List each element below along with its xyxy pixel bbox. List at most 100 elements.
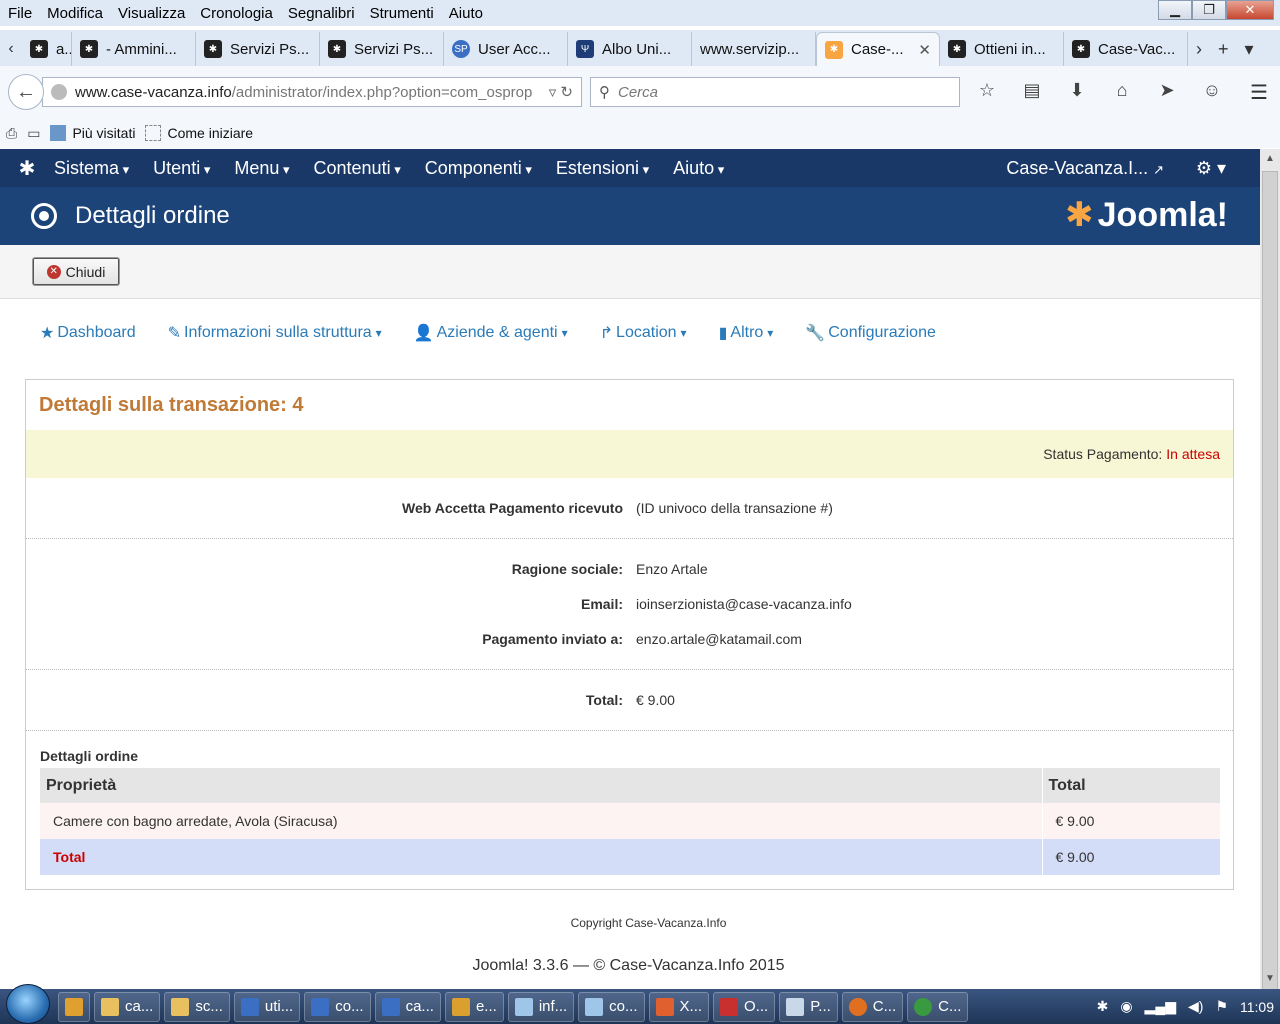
- table-header: Proprietà Total: [40, 768, 1220, 803]
- bookmark-getting-started[interactable]: Come iniziare: [145, 125, 253, 141]
- browser-tab[interactable]: SP User Acc...: [444, 32, 568, 66]
- nav-informazioni-struttura[interactable]: ✎ Informazioni sulla struttura: [168, 323, 382, 343]
- taskbar-item[interactable]: co...: [304, 991, 371, 1022]
- tab-scroll-left-icon[interactable]: ‹: [0, 32, 22, 66]
- tab-scroll-right-icon[interactable]: ›: [1196, 39, 1202, 60]
- nav-contenuti[interactable]: Contenuti: [314, 158, 401, 179]
- nav-location[interactable]: ↱ Location: [600, 323, 687, 343]
- menu-aiuto[interactable]: Aiuto: [449, 5, 483, 22]
- version-text: Joomla! 3.3.6 — © Case-Vacanza.Info 2015: [472, 957, 785, 974]
- site-link[interactable]: Case-Vacanza.I... ↗: [1006, 158, 1164, 179]
- url-path: /administrator/index.php?option=com_ospr…: [231, 83, 533, 101]
- browser-tab[interactable]: ✱ Servizi Ps...: [196, 32, 320, 66]
- transaction-panel: Dettagli sulla transazione: 4 Status Pag…: [25, 379, 1234, 890]
- joomla-icon: ✱: [80, 40, 98, 58]
- home-icon[interactable]: ⌂: [1107, 80, 1137, 101]
- taskbar-item[interactable]: O...: [713, 991, 776, 1022]
- nav-altro[interactable]: ▮ Altro: [719, 323, 774, 343]
- taskbar-item[interactable]: P...: [779, 991, 838, 1022]
- taskbar-item[interactable]: X...: [648, 991, 710, 1022]
- taskbar-item[interactable]: C...: [841, 991, 904, 1022]
- menu-modifica[interactable]: Modifica: [47, 5, 103, 22]
- send-icon[interactable]: ➤: [1152, 80, 1182, 101]
- back-button[interactable]: ←: [8, 74, 44, 110]
- taskbar-item[interactable]: inf...: [507, 991, 575, 1022]
- bookmarks-bar: ⎙ ▭ Più visitati Come iniziare: [0, 118, 1280, 148]
- browser-tab[interactable]: Ψ Albo Uni...: [568, 32, 692, 66]
- nav-componenti[interactable]: Componenti: [425, 158, 532, 179]
- url-bar[interactable]: www.case-vacanza.info/administrator/inde…: [42, 77, 582, 107]
- taskbar-item[interactable]: ca...: [94, 991, 161, 1022]
- nav-sistema[interactable]: Sistema: [54, 158, 129, 179]
- tab-list-icon[interactable]: ▾: [1245, 39, 1254, 60]
- restore-button[interactable]: ❐: [1192, 0, 1226, 20]
- bookmark-star-icon[interactable]: ☆: [972, 80, 1002, 101]
- taskbar-item[interactable]: sc...: [164, 991, 230, 1022]
- print-icon[interactable]: ⎙: [6, 125, 17, 142]
- xampp-tray-icon[interactable]: ✱: [1097, 998, 1109, 1015]
- bookmark-most-visited[interactable]: Più visitati: [50, 125, 135, 141]
- row-email: Email: ioinserzionista@case-vacanza.info: [580, 596, 852, 612]
- new-tab-icon[interactable]: +: [1218, 39, 1229, 60]
- word-icon: [240, 997, 259, 1016]
- menu-strumenti[interactable]: Strumenti: [370, 5, 434, 22]
- menu-cronologia[interactable]: Cronologia: [200, 5, 273, 22]
- taskbar-item[interactable]: co...: [578, 991, 645, 1022]
- window-icon[interactable]: ▭: [27, 125, 40, 142]
- browser-tab[interactable]: www.servizip...: [692, 32, 816, 66]
- network-icon[interactable]: ▂▄▆: [1145, 998, 1176, 1015]
- camera-icon[interactable]: ◉: [1120, 998, 1132, 1015]
- reading-list-icon[interactable]: ▤: [1017, 80, 1047, 101]
- hamburger-menu-icon[interactable]: ☰: [1250, 80, 1268, 105]
- joomla-icon: ✱: [825, 40, 843, 59]
- scroll-down-icon[interactable]: ▼: [1260, 969, 1280, 989]
- close-button[interactable]: ✕ Chiudi: [32, 257, 120, 286]
- menu-segnalibri[interactable]: Segnalibri: [288, 5, 355, 22]
- start-button[interactable]: [6, 983, 50, 1024]
- download-icon[interactable]: ⬇: [1062, 80, 1092, 101]
- nav-estensioni[interactable]: Estensioni: [556, 158, 649, 179]
- cell-total: € 9.00: [1041, 803, 1220, 839]
- nav-aiuto[interactable]: Aiuto: [673, 158, 724, 179]
- scroll-up-icon[interactable]: ▲: [1260, 149, 1280, 169]
- menu-visualizza[interactable]: Visualizza: [118, 5, 185, 22]
- tab-close-icon[interactable]: ✕: [918, 41, 931, 59]
- nav-aziende-agenti[interactable]: 👤 Aziende & agenti: [414, 323, 568, 343]
- reload-icon[interactable]: ▿ ↻: [549, 83, 573, 101]
- scrollbar-thumb[interactable]: [1262, 171, 1278, 1024]
- flag-icon[interactable]: ⚑: [1215, 998, 1228, 1015]
- volume-icon[interactable]: ◀): [1188, 998, 1203, 1015]
- xampp-icon: [655, 997, 674, 1016]
- browser-tab-active[interactable]: ✱ Case-... ✕: [816, 32, 940, 66]
- joomla-icon: ✱: [30, 40, 48, 58]
- taskbar-item[interactable]: C...: [907, 991, 969, 1022]
- search-input[interactable]: ⚲ Cerca: [590, 77, 960, 107]
- joomla-logo-icon[interactable]: ✱: [0, 156, 54, 181]
- browser-tab[interactable]: ✱a...: [22, 32, 72, 66]
- bookmark-page-icon: [145, 125, 162, 141]
- divider: [26, 730, 1233, 731]
- notepad-icon: [514, 997, 533, 1016]
- nav-configurazione[interactable]: 🔧 Configurazione: [805, 323, 936, 343]
- nav-dashboard[interactable]: ★ Dashboard: [40, 323, 136, 343]
- nav-utenti[interactable]: Utenti: [153, 158, 210, 179]
- minimize-button[interactable]: ▁: [1158, 0, 1192, 20]
- browser-tab[interactable]: ✱ Ottieni in...: [940, 32, 1064, 66]
- browser-tab[interactable]: ✱ Case-Vac...: [1064, 32, 1188, 66]
- clock[interactable]: 11:09: [1240, 999, 1274, 1015]
- gear-icon[interactable]: ⚙ ▾: [1196, 158, 1226, 179]
- table-footer-row: Total € 9.00: [40, 839, 1220, 875]
- servizi-icon: ✱: [328, 40, 346, 58]
- chat-icon[interactable]: ☺: [1197, 80, 1227, 101]
- browser-tab[interactable]: ✱ - Ammini...: [72, 32, 196, 66]
- user-icon: 👤: [413, 325, 434, 342]
- taskbar-item[interactable]: uti...: [233, 991, 301, 1022]
- window-close-button[interactable]: ✕: [1226, 0, 1274, 20]
- nav-menu[interactable]: Menu: [234, 158, 289, 179]
- taskbar-item[interactable]: ca...: [374, 991, 441, 1022]
- page-scrollbar[interactable]: ▲ ▼: [1260, 149, 1280, 1024]
- menu-file[interactable]: File: [8, 5, 32, 22]
- browser-tab[interactable]: ✱ Servizi Ps...: [320, 32, 444, 66]
- taskbar-item[interactable]: e...: [444, 991, 504, 1022]
- taskbar-media-player[interactable]: [58, 991, 90, 1022]
